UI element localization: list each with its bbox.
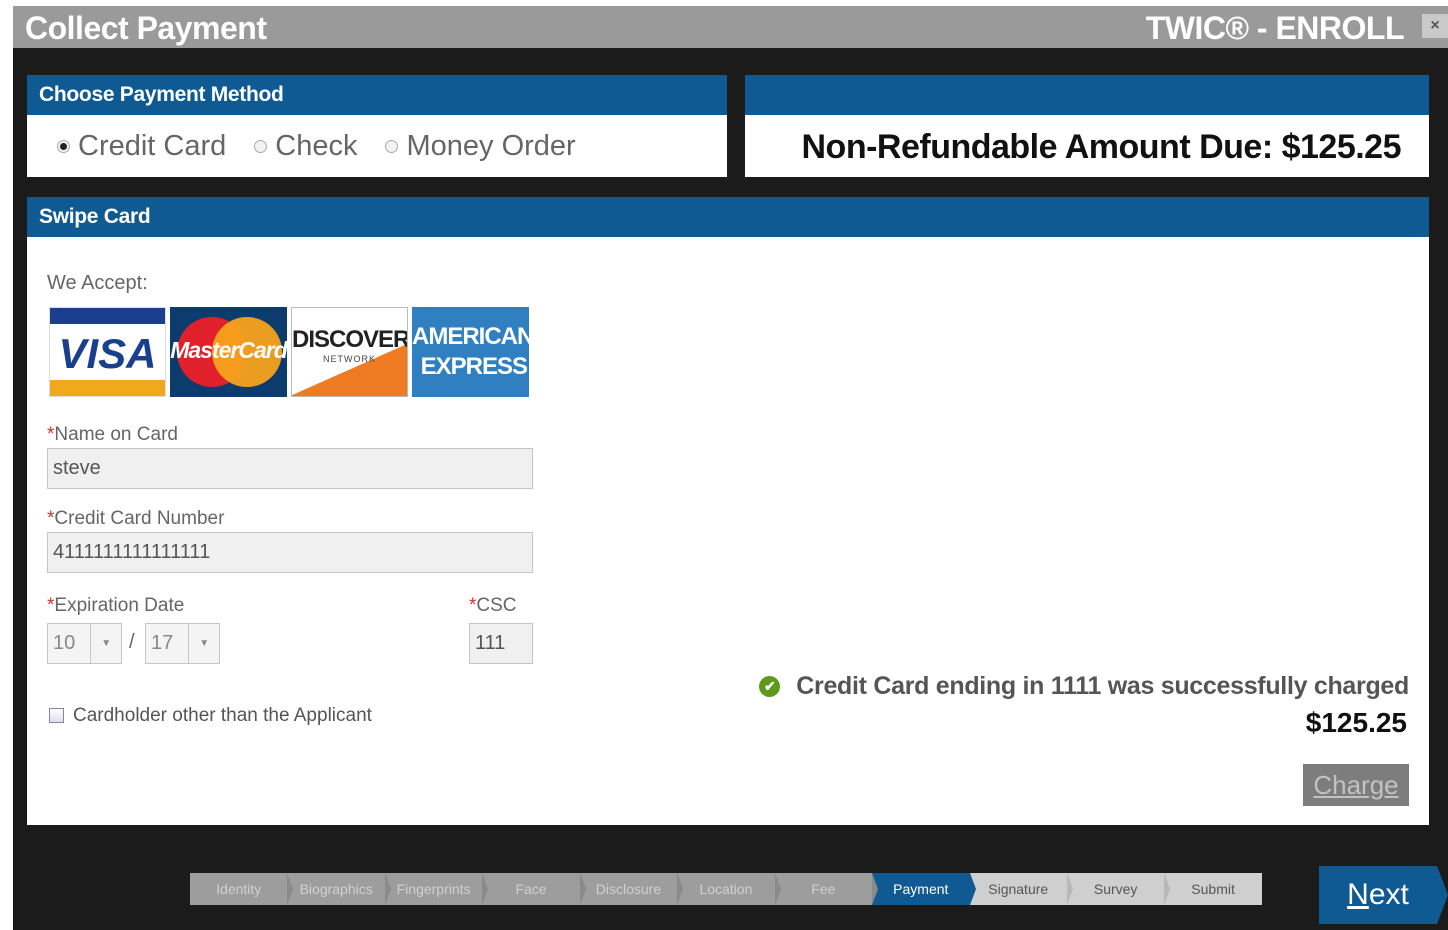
wizard-step-fee: Fee bbox=[775, 873, 879, 905]
wizard-step-fingerprints: Fingerprints bbox=[385, 873, 489, 905]
radio-button-check[interactable] bbox=[254, 140, 268, 153]
visa-band-bottom bbox=[50, 380, 165, 396]
amount-due-label: Non-Refundable Amount Due: bbox=[801, 128, 1274, 166]
window-title: Collect Payment bbox=[25, 10, 267, 46]
charge-button[interactable]: Charge bbox=[1303, 764, 1409, 806]
name-on-card-label: *Name on Card bbox=[47, 424, 178, 446]
title-bar: Collect Payment TWIC® - ENROLL × bbox=[13, 6, 1448, 48]
accepted-cards: VISA MasterCard DISCOVER NETWORK AMERICA… bbox=[49, 307, 533, 397]
card-number-label: *Credit Card Number bbox=[47, 508, 224, 530]
chevron-down-icon[interactable]: ▼ bbox=[91, 624, 121, 663]
next-button[interactable]: Next bbox=[1319, 866, 1448, 924]
wizard-step-survey: Survey bbox=[1066, 873, 1171, 905]
discover-logo: DISCOVER NETWORK bbox=[291, 307, 408, 397]
amount-due-header bbox=[745, 75, 1429, 115]
radio-label-credit-card[interactable]: Credit Card bbox=[78, 130, 226, 163]
next-button-label-rest: ext bbox=[1368, 878, 1409, 911]
wizard-step-payment: Payment bbox=[872, 873, 976, 905]
mastercard-text: MasterCard bbox=[170, 337, 287, 363]
we-accept-label: We Accept: bbox=[47, 272, 148, 294]
amount-due-value: $125.25 bbox=[1281, 128, 1402, 166]
discover-text: DISCOVER bbox=[292, 326, 408, 353]
visa-text: VISA bbox=[58, 330, 157, 377]
brand-title: TWIC® - ENROLL bbox=[1145, 10, 1405, 46]
enrollment-wizard-steps: Identity Biographics Fingerprints Face D… bbox=[190, 873, 1262, 905]
radio-credit-card[interactable]: Credit Card bbox=[57, 130, 226, 163]
expiration-date-label: *Expiration Date bbox=[47, 595, 184, 617]
expiration-year-select[interactable]: 17 ▼ bbox=[145, 623, 220, 664]
charge-success-message: ✔ Credit Card ending in 1111 was success… bbox=[759, 672, 1409, 701]
expiration-separator: / bbox=[129, 631, 135, 653]
expiration-year-value: 17 bbox=[146, 624, 190, 663]
card-number-input[interactable]: 4111111111111111 bbox=[47, 532, 533, 573]
wizard-step-location: Location bbox=[677, 873, 782, 905]
close-button[interactable]: × bbox=[1422, 14, 1448, 38]
amount-due-panel: Non-Refundable Amount Due: $125.25 bbox=[745, 75, 1429, 177]
swipe-card-panel: Swipe Card We Accept: VISA MasterCard DI… bbox=[27, 197, 1429, 825]
charge-success-text: Credit Card ending in 1111 was successfu… bbox=[796, 672, 1409, 700]
wizard-step-biographics: Biographics bbox=[287, 873, 392, 905]
name-on-card-label-text: Name on Card bbox=[54, 424, 178, 445]
wizard-step-submit: Submit bbox=[1164, 873, 1262, 905]
amex-text-line2: EXPRESS bbox=[420, 353, 528, 380]
charged-amount: $125.25 bbox=[1305, 707, 1407, 738]
payment-method-panel: Choose Payment Method Credit Card Check … bbox=[27, 75, 727, 177]
discover-subtext: NETWORK bbox=[323, 354, 376, 364]
radio-label-money-order[interactable]: Money Order bbox=[406, 130, 575, 163]
radio-money-order[interactable]: Money Order bbox=[385, 130, 576, 163]
wizard-step-disclosure: Disclosure bbox=[580, 873, 684, 905]
card-number-label-text: Credit Card Number bbox=[54, 508, 225, 529]
amex-logo: AMERICAN EXPRESS bbox=[412, 307, 529, 397]
name-on-card-input[interactable]: steve bbox=[47, 448, 533, 489]
cardholder-checkbox-label[interactable]: Cardholder other than the Applicant bbox=[73, 705, 372, 727]
expiration-date-label-text: Expiration Date bbox=[54, 595, 185, 616]
wizard-step-identity: Identity bbox=[190, 873, 294, 905]
chevron-down-icon[interactable]: ▼ bbox=[189, 624, 219, 663]
mastercard-logo: MasterCard bbox=[170, 307, 287, 397]
visa-logo: VISA bbox=[49, 307, 166, 397]
radio-button-credit-card[interactable] bbox=[57, 140, 70, 153]
payment-method-options: Credit Card Check Money Order bbox=[57, 130, 604, 163]
csc-label: *CSC bbox=[469, 595, 517, 617]
expiration-month-select[interactable]: 10 ▼ bbox=[47, 623, 122, 664]
next-button-accesskey: N bbox=[1347, 878, 1369, 911]
csc-input[interactable]: 111 bbox=[469, 623, 533, 664]
wizard-step-signature: Signature bbox=[969, 873, 1074, 905]
cardholder-checkbox[interactable] bbox=[49, 708, 64, 723]
radio-label-check[interactable]: Check bbox=[275, 130, 357, 163]
radio-check[interactable]: Check bbox=[254, 130, 357, 163]
csc-label-text: CSC bbox=[476, 595, 517, 616]
wizard-step-face: Face bbox=[482, 873, 587, 905]
swipe-card-header: Swipe Card bbox=[27, 197, 1429, 237]
visa-band-top bbox=[50, 308, 165, 324]
amex-text-line1: AMERICAN bbox=[412, 323, 529, 350]
amount-due-line: Non-Refundable Amount Due: $125.25 bbox=[802, 128, 1402, 167]
payment-method-header: Choose Payment Method bbox=[27, 75, 727, 115]
radio-button-money-order[interactable] bbox=[385, 140, 399, 153]
check-circle-icon: ✔ bbox=[759, 676, 781, 697]
expiration-month-value: 10 bbox=[48, 624, 92, 663]
